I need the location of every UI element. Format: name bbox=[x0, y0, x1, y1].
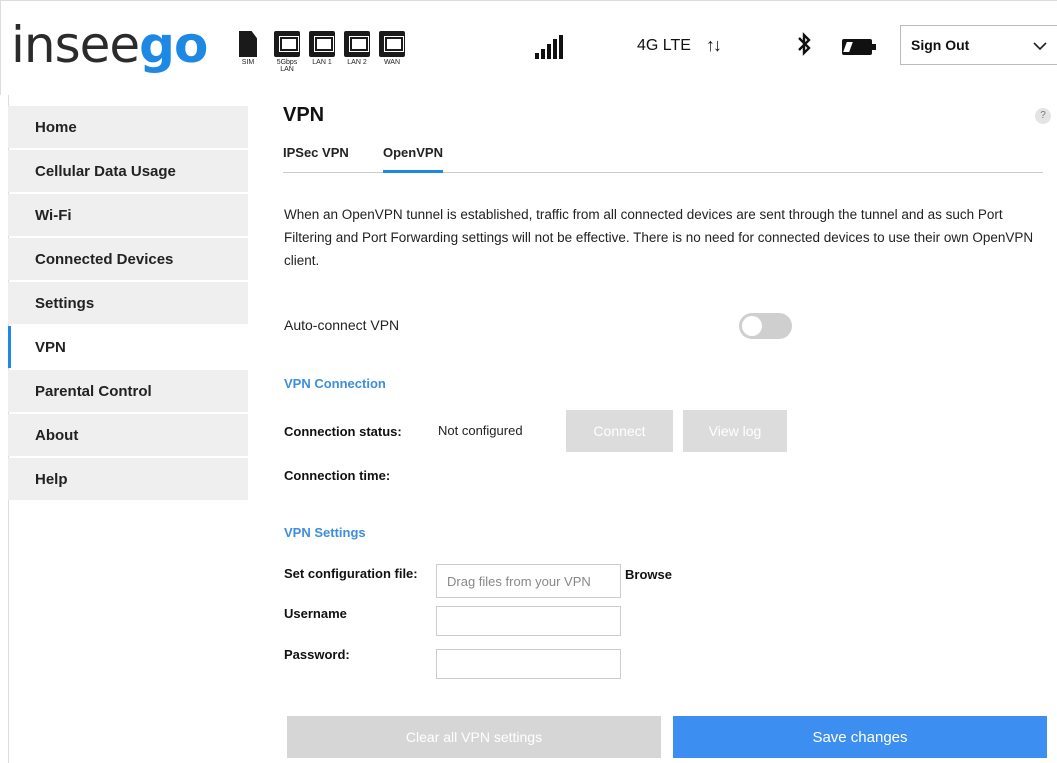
sidebar-item-wifi[interactable]: Wi-Fi bbox=[8, 194, 248, 236]
sidebar-item-cellular-data-usage[interactable]: Cellular Data Usage bbox=[8, 150, 248, 192]
port-label-sim: SIM bbox=[241, 59, 255, 66]
view-log-button[interactable]: View log bbox=[683, 410, 787, 452]
network-type: 4G LTE bbox=[637, 37, 691, 54]
top-bar: inseego SIM 5Gbps LAN LAN 1 LAN 2 WAN 4G… bbox=[0, 0, 1057, 95]
sidebar-item-settings[interactable]: Settings bbox=[8, 282, 248, 324]
port-label-lan2: LAN 2 bbox=[347, 59, 367, 66]
account-select-value: Sign Out bbox=[911, 37, 970, 53]
browse-button[interactable]: Browse bbox=[625, 567, 672, 582]
logo-prefix: insee bbox=[11, 16, 140, 74]
tab-bar: IPSec VPN OpenVPN bbox=[283, 145, 1043, 173]
connection-status-value: Not configured bbox=[438, 423, 523, 438]
sidebar-item-label: Cellular Data Usage bbox=[35, 162, 176, 180]
sidebar-item-label: VPN bbox=[35, 338, 66, 356]
inseego-logo: inseego bbox=[11, 15, 208, 75]
save-changes-button[interactable]: Save changes bbox=[673, 716, 1047, 758]
sidebar-item-about[interactable]: About bbox=[8, 414, 248, 456]
sidebar-item-label: Connected Devices bbox=[35, 250, 174, 268]
config-file-dropzone[interactable]: Drag files from your VPN bbox=[436, 564, 621, 598]
vpn-settings-heading: VPN Settings bbox=[284, 525, 366, 540]
tab-openvpn[interactable]: OpenVPN bbox=[383, 145, 443, 173]
ethernet-port-icon: LAN 2 bbox=[342, 31, 372, 73]
sidebar-item-label: Home bbox=[35, 118, 77, 136]
sidebar-item-label: Wi-Fi bbox=[35, 206, 72, 224]
config-file-label: Set configuration file: bbox=[284, 566, 418, 581]
connection-time-label: Connection time: bbox=[284, 468, 391, 483]
port-label-wan: WAN bbox=[383, 59, 401, 66]
sidebar-item-connected-devices[interactable]: Connected Devices bbox=[8, 238, 248, 280]
sim-card-icon: SIM bbox=[233, 31, 263, 73]
ethernet-port-icon: WAN bbox=[377, 31, 407, 73]
account-select[interactable]: Sign Out bbox=[900, 25, 1057, 65]
sidebar-item-label: About bbox=[35, 426, 79, 444]
password-input[interactable] bbox=[436, 649, 621, 679]
battery-charging-icon bbox=[842, 39, 876, 55]
sidebar-item-vpn[interactable]: VPN bbox=[8, 326, 248, 368]
username-input[interactable] bbox=[436, 606, 621, 636]
data-transfer-icon: ↑↓ bbox=[706, 35, 722, 55]
sidebar-item-label: Parental Control bbox=[35, 382, 152, 400]
ethernet-port-icon: 5Gbps LAN bbox=[272, 31, 302, 73]
openvpn-description: When an OpenVPN tunnel is established, t… bbox=[284, 207, 1034, 268]
connect-button[interactable]: Connect bbox=[566, 410, 673, 452]
connection-status-label: Connection status: bbox=[284, 424, 402, 439]
ethernet-port-icon: LAN 1 bbox=[307, 31, 337, 73]
auto-connect-label: Auto-connect VPN bbox=[284, 317, 400, 333]
port-label-5gbps-lan: 5Gbps LAN bbox=[276, 59, 298, 73]
sidebar-item-label: Settings bbox=[35, 294, 95, 312]
logo-suffix: go bbox=[139, 16, 208, 74]
bluetooth-icon bbox=[796, 31, 812, 64]
port-status-group: SIM 5Gbps LAN LAN 1 LAN 2 WAN bbox=[233, 31, 407, 73]
auto-connect-toggle[interactable] bbox=[739, 313, 792, 339]
page-title: VPN bbox=[283, 104, 325, 126]
username-label: Username bbox=[284, 606, 347, 621]
signal-bars-icon bbox=[535, 35, 563, 59]
sidebar-nav: Home Cellular Data Usage Wi-Fi Connected… bbox=[8, 106, 248, 502]
sidebar-item-label: Help bbox=[35, 470, 68, 488]
tab-ipsec-vpn[interactable]: IPSec VPN bbox=[283, 145, 349, 173]
vpn-connection-heading: VPN Connection bbox=[284, 376, 386, 391]
sidebar-item-home[interactable]: Home bbox=[8, 106, 248, 148]
chevron-down-icon bbox=[1033, 35, 1047, 56]
sidebar-item-help[interactable]: Help bbox=[8, 458, 248, 500]
clear-vpn-settings-button[interactable]: Clear all VPN settings bbox=[287, 716, 661, 758]
password-label: Password: bbox=[284, 647, 350, 662]
help-icon[interactable]: ? bbox=[1035, 108, 1051, 124]
sidebar-item-parental-control[interactable]: Parental Control bbox=[8, 370, 248, 412]
port-label-lan1: LAN 1 bbox=[312, 59, 332, 66]
